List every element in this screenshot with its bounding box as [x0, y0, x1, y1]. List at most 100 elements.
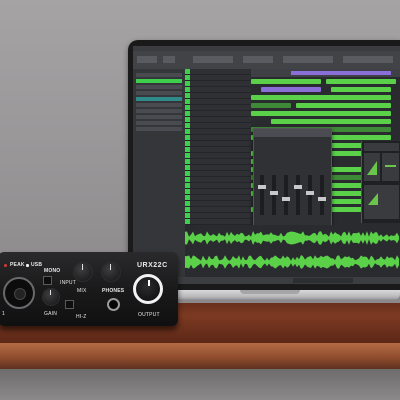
mono-button[interactable]: [43, 276, 52, 285]
track-color-swatch: [185, 171, 190, 176]
inspector-row: [136, 97, 182, 101]
input-label: INPUT: [60, 280, 76, 286]
fader-cap: [258, 185, 266, 189]
track-color-swatch: [185, 81, 190, 86]
toolbar-control: [283, 56, 333, 63]
floor-shadow: [0, 369, 400, 400]
usb-led: [26, 264, 29, 267]
brand-logo: URX22C: [137, 262, 168, 269]
hiz-button[interactable]: [65, 300, 74, 309]
region-clip: [271, 119, 391, 124]
headphone-jack[interactable]: [107, 298, 120, 311]
track-color-swatch: [185, 93, 190, 98]
xlr-jack-icon: [14, 288, 26, 300]
phones-label: PHONES: [102, 288, 125, 294]
status-panel: [293, 278, 353, 283]
ruler-cycle-region: [291, 71, 391, 75]
daw-plugin-window: [361, 141, 400, 223]
wooden-table-edge: [0, 343, 400, 369]
fader-cap: [306, 191, 314, 195]
daw-ruler: [251, 69, 400, 77]
mixer-fader: [306, 175, 314, 215]
track-color-swatch: [185, 141, 190, 146]
plugin-panel: [364, 185, 399, 219]
mixer-fader: [270, 175, 278, 215]
track-color-swatch: [185, 153, 190, 158]
peak-led: [4, 264, 7, 267]
inspector-row: [136, 79, 182, 83]
track-color-swatch: [185, 117, 190, 122]
phones-knob-indicator: [110, 264, 111, 270]
inspector-row: [136, 109, 182, 113]
track-color-swatch: [185, 177, 190, 182]
fader-cap: [282, 197, 290, 201]
inspector-row: [136, 127, 182, 131]
inspector-row: [136, 85, 182, 89]
xlr-combo-input[interactable]: [3, 277, 35, 309]
mixer-fader: [258, 175, 266, 215]
mixer-fader: [282, 175, 290, 215]
gain-knob-indicator: [50, 290, 51, 295]
output-label: OUTPUT: [138, 312, 160, 318]
toolbar-control: [137, 56, 157, 63]
fader-cap: [318, 197, 326, 201]
laptop-display: [133, 46, 400, 284]
gain-knob[interactable]: [42, 288, 60, 306]
track-color-swatch: [185, 165, 190, 170]
inspector-row: [136, 73, 182, 77]
track-color-swatch: [185, 183, 190, 188]
track-color-swatch: [185, 129, 190, 134]
track-color-swatch: [185, 195, 190, 200]
region-clip: [251, 79, 321, 84]
track-color-swatch: [185, 201, 190, 206]
region-clip: [251, 111, 391, 116]
plugin-panel: [364, 153, 380, 181]
track-color-swatch: [185, 111, 190, 116]
output-knob[interactable]: [133, 274, 163, 304]
track-color-swatch: [185, 123, 190, 128]
inspector-row: [136, 91, 182, 95]
plugin-header: [364, 143, 399, 151]
fader-cap: [270, 191, 278, 195]
toolbar-control: [243, 56, 273, 63]
phones-knob[interactable]: [101, 262, 121, 282]
track-color-swatch: [185, 213, 190, 218]
toolbar-control: [193, 56, 233, 63]
audio-waveform: [185, 255, 399, 269]
region-clip: [261, 87, 321, 92]
mix-label: MIX: [77, 288, 87, 294]
peak-label: PEAK: [10, 262, 25, 268]
track-color-swatch: [185, 207, 190, 212]
track-color-swatch: [185, 147, 190, 152]
daw-track-list: [185, 69, 251, 225]
fader-cap: [294, 185, 302, 189]
inspector-row: [136, 103, 182, 107]
region-clip: [296, 103, 391, 108]
track-color-swatch: [185, 105, 190, 110]
mix-knob[interactable]: [73, 262, 93, 282]
track-color-swatch: [185, 219, 190, 224]
mixer-fader: [318, 175, 326, 215]
toolbar-control: [343, 56, 393, 63]
gain-label: GAIN: [44, 311, 58, 317]
daw-toolbar: [133, 51, 400, 69]
track-color-swatch: [185, 87, 190, 92]
track-color-swatch: [185, 69, 190, 74]
toolbar-control: [163, 56, 175, 63]
audio-waveform: [185, 231, 399, 245]
track-color-swatch: [185, 189, 190, 194]
region-clip: [326, 79, 396, 84]
usb-label: USB: [31, 262, 43, 268]
mono-label: MONO: [44, 268, 61, 274]
hiz-label: HI-Z: [76, 314, 87, 320]
mixer-header: [254, 129, 331, 137]
inspector-row: [136, 115, 182, 119]
region-clip: [251, 95, 391, 100]
inspector-row: [136, 121, 182, 125]
daw-mixer-window: [253, 128, 332, 226]
region-clip: [331, 87, 391, 92]
mixer-fader: [294, 175, 302, 215]
plugin-panel: [382, 153, 399, 181]
track-color-swatch: [185, 75, 190, 80]
region-clip: [251, 103, 291, 108]
